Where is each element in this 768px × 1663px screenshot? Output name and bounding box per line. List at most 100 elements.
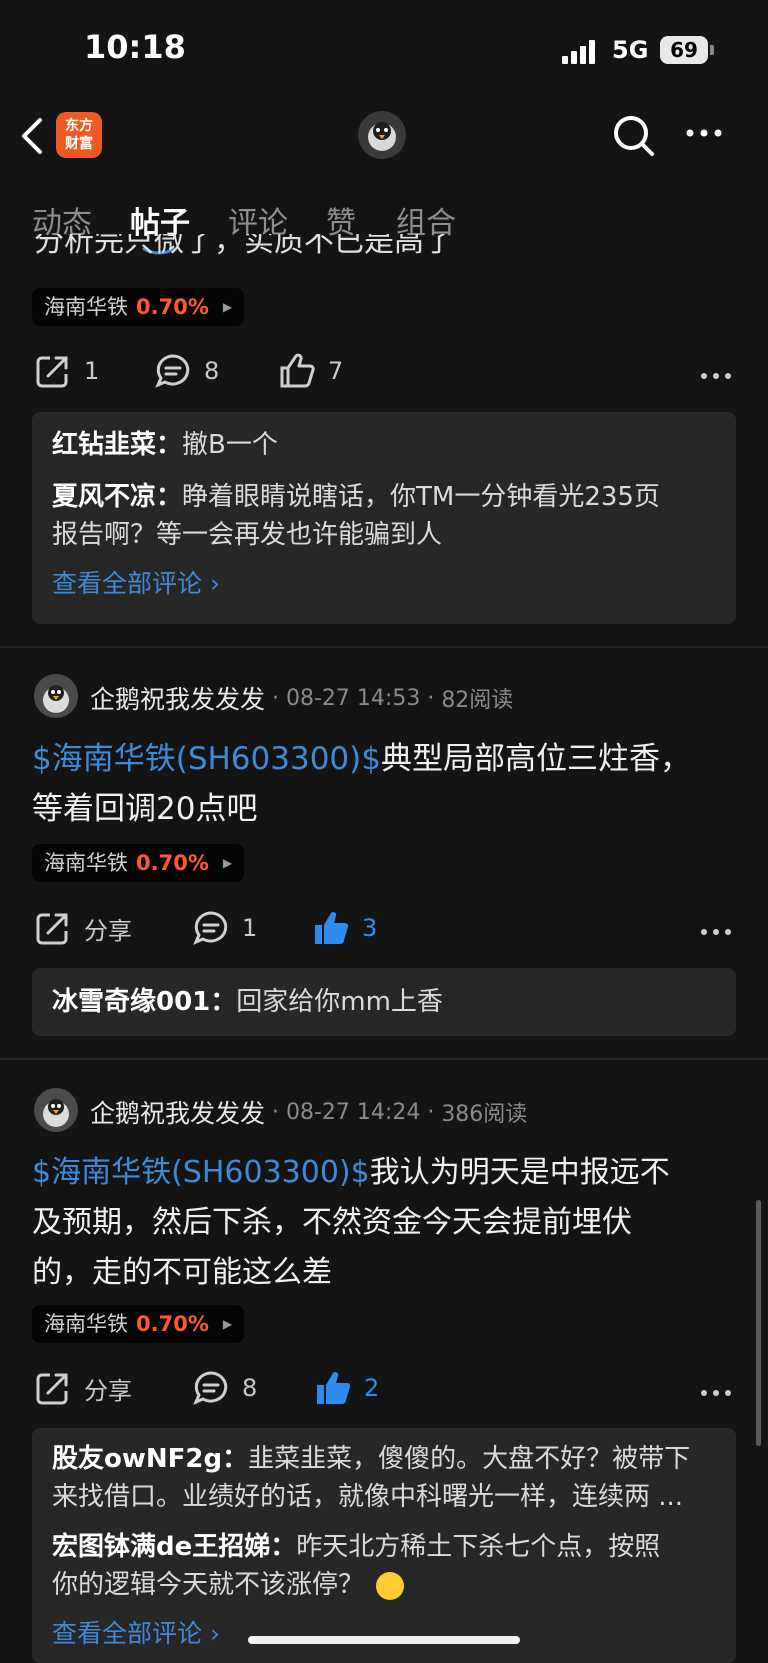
status-time: 10:18 bbox=[84, 28, 186, 66]
post-date: 08-27 14:24 bbox=[286, 1099, 421, 1125]
post-divider bbox=[0, 646, 768, 648]
scrollbar[interactable] bbox=[756, 1200, 761, 1446]
post-body[interactable]: $海南华铁(SH603300)$我认为明天是中报远不 及预期，然后下杀，不然资金… bbox=[32, 1148, 736, 1298]
post-reads: 386阅读 bbox=[441, 1102, 528, 1127]
like-count: 3 bbox=[362, 914, 378, 942]
chevron-right-icon: › bbox=[209, 1619, 220, 1648]
comment-username[interactable]: 股友owNF2g： bbox=[52, 1444, 248, 1474]
like-button[interactable]: 7 bbox=[278, 352, 343, 390]
comment-preview-box[interactable]: 红钻韭菜：撤B一个 夏风不凉：睁着眼睛说瞎话，你TM一分钟看光235页 报告啊？… bbox=[32, 412, 736, 624]
comment-username[interactable]: 红钻韭菜： bbox=[52, 430, 182, 460]
stock-tag-name: 海南华铁 bbox=[44, 1312, 128, 1336]
post-text-line1: 我认为明天是中报远不 bbox=[369, 1155, 670, 1190]
comment-text: 撤B一个 bbox=[182, 430, 278, 460]
see-all-comments-link[interactable]: 查看全部评论 › bbox=[52, 564, 716, 600]
see-all-comments-link[interactable]: 查看全部评论 › bbox=[52, 1614, 716, 1650]
post-more-icon[interactable] bbox=[700, 366, 732, 379]
stock-tag-change: 0.70% bbox=[136, 295, 209, 319]
cellular-signal-icon bbox=[562, 40, 602, 64]
home-indicator[interactable] bbox=[248, 1636, 520, 1644]
comment-button[interactable]: 1 bbox=[192, 909, 257, 947]
comment-count: 1 bbox=[242, 914, 258, 942]
share-button[interactable]: 分享 bbox=[34, 1369, 132, 1407]
comment-item: 宏图钵满de王招娣：昨天北方稀土下杀七个点，按照 bbox=[52, 1528, 716, 1566]
share-count: 1 bbox=[84, 357, 100, 385]
see-all-label: 查看全部评论 bbox=[52, 569, 203, 598]
triangle-right-icon: ▶ bbox=[222, 1317, 233, 1331]
stock-tag[interactable]: 海南华铁 0.70% ▶ bbox=[32, 1305, 245, 1343]
comment-username[interactable]: 宏图钵满de王招娣： bbox=[52, 1532, 296, 1562]
thinking-face-emoji-icon bbox=[376, 1571, 405, 1600]
author-avatar[interactable] bbox=[34, 674, 78, 718]
comment-text: 昨天北方稀土下杀七个点，按照 bbox=[296, 1532, 661, 1562]
stock-tag-name: 海南华铁 bbox=[44, 851, 128, 875]
comment-button[interactable]: 8 bbox=[154, 352, 219, 390]
share-icon bbox=[36, 356, 68, 388]
share-label: 分享 bbox=[84, 916, 132, 945]
stock-tag-change: 0.70% bbox=[136, 851, 209, 875]
back-button[interactable] bbox=[18, 116, 48, 156]
thumbs-up-icon bbox=[280, 353, 315, 388]
comment-item: 红钻韭菜：撤B一个 bbox=[52, 422, 716, 478]
network-type: 5G bbox=[612, 36, 649, 64]
post-reads: 82阅读 bbox=[441, 688, 514, 713]
comment-text: 睁着眼睛说瞎话，你TM一分钟看光235页 bbox=[182, 482, 660, 512]
comment-icon bbox=[193, 911, 228, 945]
triangle-right-icon: ▶ bbox=[222, 856, 233, 870]
share-button[interactable]: 分享 bbox=[34, 909, 132, 947]
post-text-line2: 等着回调20点吧 bbox=[32, 791, 258, 827]
post-body[interactable]: $海南华铁(SH603300)$典型局部高位三炷香， 等着回调20点吧 bbox=[32, 734, 736, 834]
post-divider bbox=[0, 1058, 768, 1060]
comment-icon bbox=[193, 1371, 228, 1405]
comment-text: 回家给你mm上香 bbox=[236, 987, 443, 1017]
post-text-line2: 及预期，然后下杀，不然资金今天会提前埋伏 bbox=[32, 1205, 632, 1240]
stock-tag-name: 海南华铁 bbox=[44, 295, 128, 319]
comment-username[interactable]: 夏风不凉： bbox=[52, 482, 182, 512]
post-date: 08-27 14:53 bbox=[286, 685, 421, 711]
post-meta: 企鹅祝我发发发 · 08-27 14:24 · 386阅读 bbox=[90, 1094, 527, 1130]
thumbs-up-filled-icon bbox=[317, 1372, 351, 1404]
comment-preview-box[interactable]: 股友owNF2g：韭菜韭菜，傻傻的。大盘不好？被带下 来找借口。业绩好的话，就像… bbox=[32, 1428, 736, 1663]
post-text-line3: 的，走的不可能这么差 bbox=[32, 1255, 332, 1290]
profile-avatar[interactable] bbox=[358, 111, 406, 159]
comment-item-continued: 你的逻辑今天就不该涨停？ bbox=[52, 1566, 716, 1604]
like-button[interactable]: 2 bbox=[314, 1369, 379, 1407]
comment-count: 8 bbox=[204, 357, 220, 385]
share-icon bbox=[36, 913, 68, 945]
logo-text-line1: 东方 bbox=[65, 118, 93, 134]
stock-link[interactable]: $海南华铁(SH603300)$ bbox=[32, 1155, 370, 1190]
comment-username[interactable]: 冰雪奇缘001： bbox=[52, 987, 236, 1017]
comment-item: 股友owNF2g：韭菜韭菜，傻傻的。大盘不好？被带下 bbox=[52, 1440, 716, 1478]
comment-text-continued: 你的逻辑今天就不该涨停？ bbox=[52, 1570, 365, 1600]
author-name[interactable]: 企鹅祝我发发发 bbox=[90, 1094, 265, 1130]
like-button[interactable]: 3 bbox=[312, 909, 377, 947]
stock-tag-change: 0.70% bbox=[136, 1312, 209, 1336]
post-more-icon[interactable] bbox=[700, 922, 732, 935]
chevron-right-icon: › bbox=[209, 569, 220, 598]
post-text-line1: 典型局部高位三炷香， bbox=[380, 741, 691, 777]
stock-link[interactable]: $海南华铁(SH603300)$ bbox=[32, 741, 381, 777]
like-count: 2 bbox=[364, 1374, 380, 1402]
app-logo: 东方 财富 bbox=[56, 112, 102, 158]
comment-item: 夏风不凉：睁着眼睛说瞎话，你TM一分钟看光235页 bbox=[52, 478, 716, 516]
author-name[interactable]: 企鹅祝我发发发 bbox=[90, 680, 265, 716]
share-button[interactable]: 1 bbox=[34, 352, 99, 390]
comment-button[interactable]: 8 bbox=[192, 1369, 257, 1407]
stock-tag[interactable]: 海南华铁 0.70% ▶ bbox=[32, 288, 245, 326]
comment-preview-box[interactable]: 冰雪奇缘001：回家给你mm上香 bbox=[32, 968, 736, 1036]
comment-count: 8 bbox=[242, 1374, 258, 1402]
comment-text: 韭菜韭菜，傻傻的。大盘不好？被带下 bbox=[248, 1444, 691, 1474]
post-text-clipped: 分析完只微了，实质不已是高了 bbox=[34, 234, 454, 256]
battery-level: 69 bbox=[660, 36, 708, 64]
logo-text-line2: 财富 bbox=[65, 136, 93, 152]
author-avatar[interactable] bbox=[34, 1088, 78, 1132]
like-count: 7 bbox=[328, 357, 344, 385]
thumbs-up-filled-icon bbox=[315, 912, 349, 944]
search-icon[interactable] bbox=[610, 112, 658, 160]
comment-icon bbox=[155, 354, 190, 388]
triangle-right-icon: ▶ bbox=[222, 300, 233, 314]
comment-text-continued: 来找借口。业绩好的话，就像中科曙光一样，连续两 ... bbox=[52, 1482, 684, 1512]
stock-tag[interactable]: 海南华铁 0.70% ▶ bbox=[32, 844, 245, 882]
more-options-icon[interactable] bbox=[684, 118, 724, 148]
post-more-icon[interactable] bbox=[700, 1383, 732, 1396]
